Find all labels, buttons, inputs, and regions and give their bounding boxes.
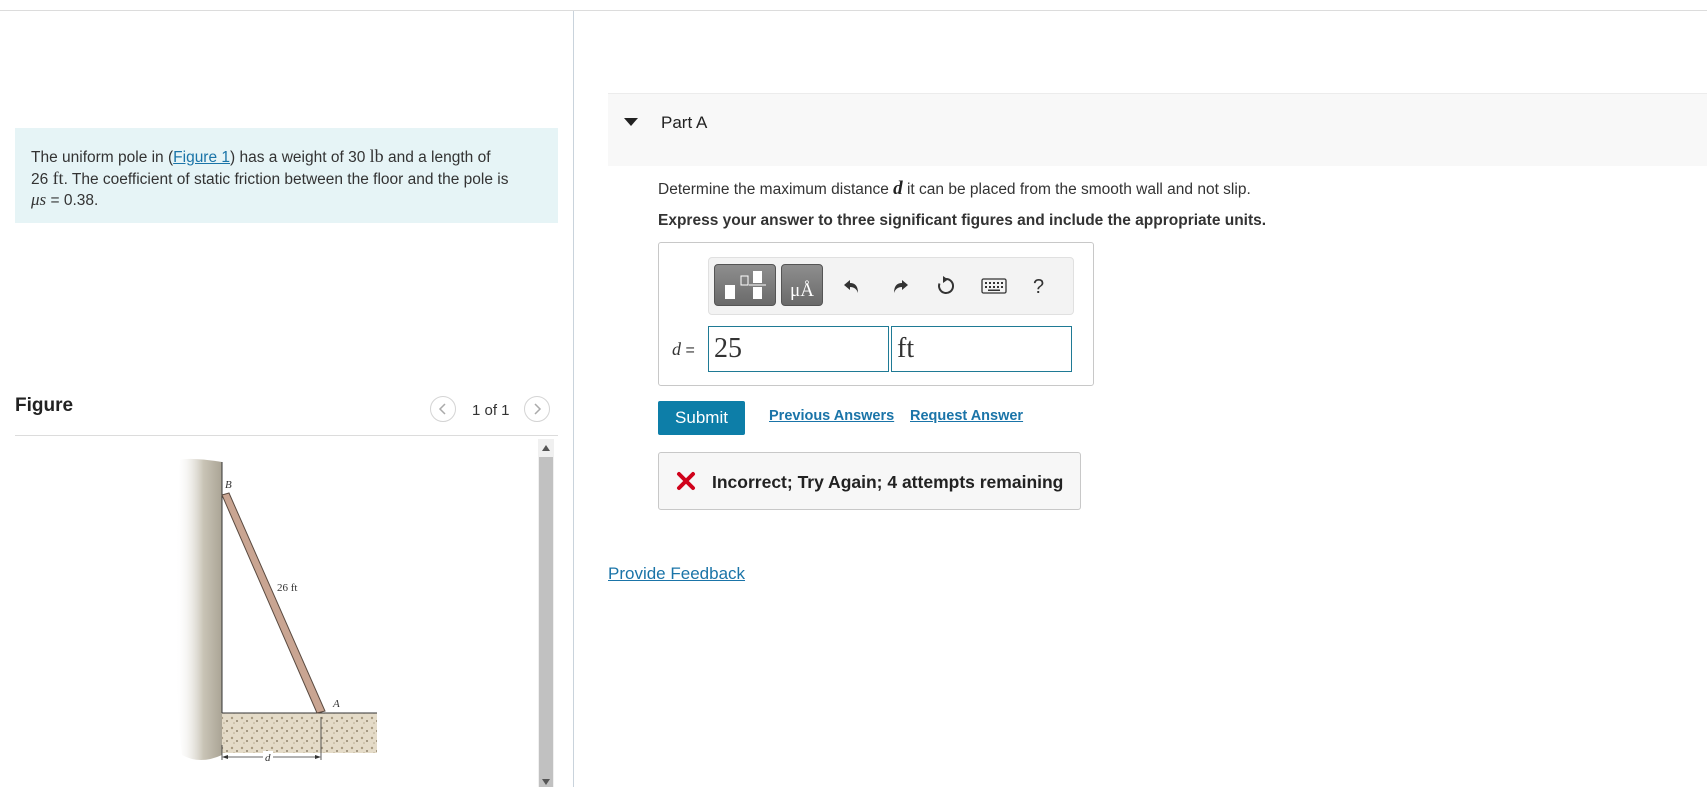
provide-feedback-link[interactable]: Provide Feedback — [608, 564, 745, 584]
collapse-caret-icon[interactable] — [624, 118, 638, 126]
units-button[interactable]: μÅ — [781, 264, 823, 306]
keyboard-icon — [981, 278, 1007, 294]
label-d: d — [265, 752, 271, 764]
label-a: A — [332, 698, 340, 710]
units-icon: μÅ — [790, 280, 814, 301]
figure-scrollbar-thumb[interactable] — [539, 457, 553, 787]
pane-divider — [573, 11, 574, 787]
label-b: B — [225, 479, 232, 491]
keyboard-button[interactable] — [980, 275, 1008, 297]
answer-value-input[interactable]: 25 — [708, 326, 889, 372]
top-divider — [0, 10, 1707, 11]
redo-button[interactable] — [888, 275, 912, 297]
problem-text: The uniform pole in ( — [31, 149, 174, 166]
problem-text: 26 — [31, 171, 53, 188]
request-answer-link[interactable]: Request Answer — [910, 408, 1023, 424]
question-part: it can be placed from the smooth wall an… — [902, 181, 1251, 198]
redo-icon — [894, 280, 908, 293]
feedback-message: Incorrect; Try Again; 4 attempts remaini… — [712, 472, 1064, 492]
incorrect-x-icon — [677, 472, 695, 490]
pole — [221, 492, 326, 714]
question-part: Determine the maximum distance — [658, 181, 894, 198]
problem-text: and a length of — [383, 149, 491, 166]
answer-variable-label: d = — [672, 339, 695, 360]
previous-answers-link[interactable]: Previous Answers — [769, 408, 894, 424]
answer-units-input[interactable]: ft — [891, 326, 1072, 372]
part-a-header[interactable] — [608, 93, 1707, 166]
label-length: 26 ft — [277, 582, 297, 594]
help-button[interactable]: ? — [1033, 276, 1044, 299]
figure-title: Figure — [15, 395, 74, 416]
figure-count: 1 of 1 — [472, 402, 510, 419]
scroll-down-arrow-icon[interactable] — [542, 779, 550, 785]
problem-text: ) has a weight of 30 — [230, 149, 370, 166]
dimension-arrow-left — [222, 755, 228, 759]
undo-button[interactable] — [840, 275, 864, 297]
mu-value: = 0.38. — [46, 192, 99, 209]
next-figure-button[interactable] — [524, 396, 550, 422]
figure-divider — [15, 435, 558, 436]
unit-lb: lb — [369, 146, 384, 166]
problem-text: . The coefficient of static friction bet… — [63, 171, 509, 188]
scroll-up-arrow-icon[interactable] — [542, 445, 550, 451]
mu-symbol: μs — [31, 190, 47, 209]
templates-button[interactable] — [714, 264, 776, 306]
question-variable: d — [893, 178, 903, 199]
wall-shading — [175, 458, 222, 760]
reset-button[interactable] — [934, 275, 958, 297]
pole-figure: B A 26 ft d — [175, 458, 377, 764]
chevron-right-icon — [534, 403, 542, 415]
instruction-text: Express your answer to three significant… — [658, 212, 1267, 229]
templates-icon — [725, 271, 766, 299]
floor-gravel — [222, 713, 377, 753]
question-text: Determine the maximum distance d it can … — [658, 178, 1251, 200]
problem-statement: The uniform pole in (Figure 1) has a wei… — [15, 128, 558, 223]
part-title: Part A — [661, 113, 708, 132]
previous-figure-button[interactable] — [430, 396, 456, 422]
dimension-arrow-right — [315, 755, 321, 759]
chevron-left-icon — [438, 403, 446, 415]
submit-button[interactable]: Submit — [658, 401, 745, 435]
undo-icon — [844, 280, 858, 293]
reset-icon — [938, 276, 955, 294]
figure-1-link[interactable]: Figure 1 — [173, 149, 230, 166]
answer-var: d — [672, 339, 681, 359]
unit-ft: ft — [52, 168, 64, 188]
answer-eq: = — [681, 342, 695, 359]
